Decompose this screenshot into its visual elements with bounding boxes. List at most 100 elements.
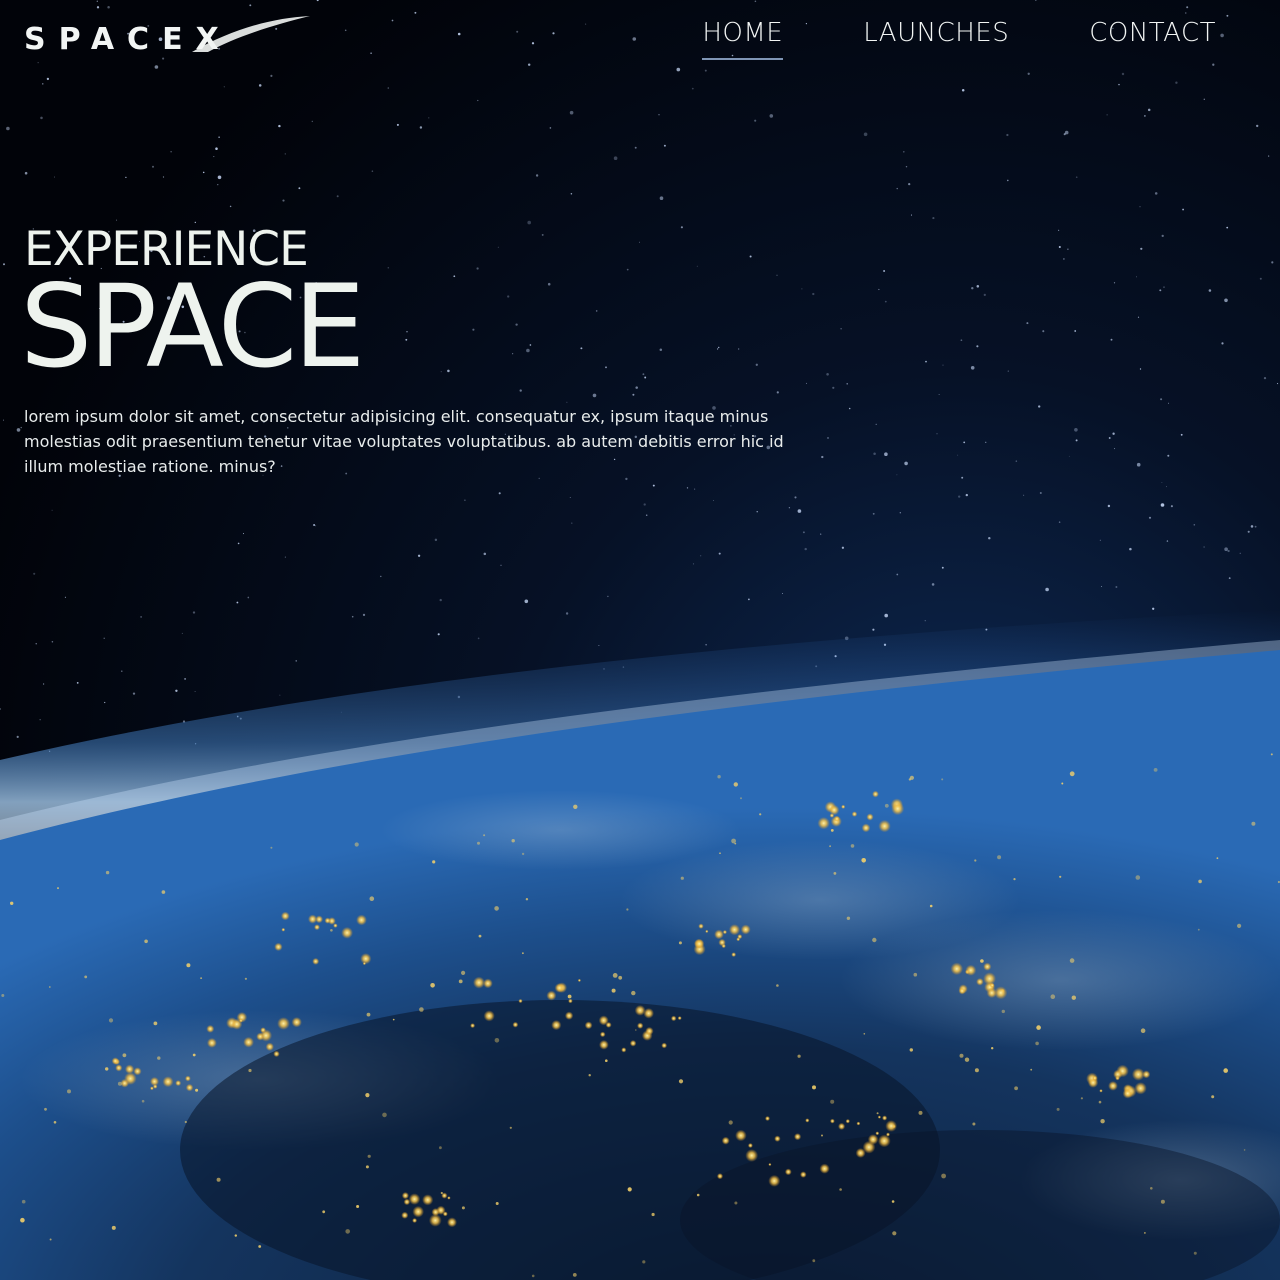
city-light xyxy=(678,1079,684,1084)
city-light xyxy=(878,819,891,833)
city-light xyxy=(892,1231,897,1236)
city-light xyxy=(705,929,709,934)
nav-contact[interactable]: CONTACT xyxy=(1089,18,1216,58)
star xyxy=(976,285,980,288)
city-light xyxy=(974,859,977,862)
city-light xyxy=(470,1023,476,1029)
city-light xyxy=(812,1259,816,1263)
city-light xyxy=(1071,995,1077,1000)
city-light xyxy=(573,804,578,809)
city-light xyxy=(994,986,1008,1000)
city-light xyxy=(518,998,523,1004)
star xyxy=(140,616,142,618)
star xyxy=(218,136,220,138)
site-header: SPACEX HOME LAUNCHES CONTACT xyxy=(0,0,1280,90)
star xyxy=(1068,455,1070,457)
city-light xyxy=(829,845,831,848)
star xyxy=(396,123,399,126)
city-light xyxy=(124,1064,135,1074)
city-light xyxy=(186,963,191,968)
city-light xyxy=(439,1146,442,1150)
city-light xyxy=(234,1234,237,1237)
city-light xyxy=(495,1202,499,1205)
star xyxy=(938,393,940,395)
nav-home[interactable]: HOME xyxy=(702,18,784,60)
city-light xyxy=(1131,1068,1145,1081)
star xyxy=(477,637,480,640)
city-light xyxy=(1050,994,1056,999)
star xyxy=(1058,521,1061,523)
city-light xyxy=(206,1037,217,1048)
star xyxy=(121,670,123,672)
city-light xyxy=(819,1163,830,1174)
star xyxy=(692,563,695,565)
nav-launches[interactable]: LAUNCHES xyxy=(863,18,1009,58)
star xyxy=(924,620,926,622)
city-light xyxy=(152,1084,158,1089)
star xyxy=(51,641,54,643)
city-light xyxy=(740,924,751,935)
star xyxy=(181,632,183,634)
star xyxy=(1026,322,1029,325)
city-light xyxy=(861,858,866,863)
city-light xyxy=(637,1022,644,1029)
city-light xyxy=(1270,753,1273,756)
city-light xyxy=(200,977,203,979)
city-light xyxy=(551,1020,562,1031)
city-light xyxy=(1122,1088,1133,1099)
city-light xyxy=(716,1173,724,1180)
city-light xyxy=(627,1187,632,1192)
city-light xyxy=(461,1206,465,1210)
city-light xyxy=(546,990,557,1001)
city-light xyxy=(584,1021,593,1030)
city-light xyxy=(360,953,372,965)
star xyxy=(1140,247,1143,250)
city-light xyxy=(872,790,879,798)
city-light xyxy=(991,1047,994,1050)
star xyxy=(419,126,423,129)
city-light xyxy=(983,962,992,971)
star xyxy=(192,611,196,614)
hero-title: SPACE xyxy=(20,260,365,393)
city-light xyxy=(419,1007,424,1012)
city-light xyxy=(768,1174,781,1187)
city-light xyxy=(1198,879,1202,884)
spacex-logo[interactable]: SPACEX xyxy=(22,14,312,54)
star xyxy=(6,126,10,131)
city-light xyxy=(1059,875,1062,878)
city-light xyxy=(1098,1100,1102,1104)
star xyxy=(1163,286,1165,288)
city-light xyxy=(367,1154,371,1158)
city-light xyxy=(877,1134,891,1148)
star xyxy=(769,114,774,118)
city-light xyxy=(161,890,166,894)
city-light xyxy=(362,961,366,966)
star xyxy=(213,156,215,158)
city-light xyxy=(153,1021,158,1026)
city-light xyxy=(740,797,742,800)
city-light xyxy=(1150,1187,1153,1190)
city-light xyxy=(821,1134,823,1137)
city-light xyxy=(144,939,148,944)
city-light xyxy=(618,975,623,980)
star xyxy=(1165,486,1167,488)
star xyxy=(1106,114,1108,116)
city-light xyxy=(1036,1025,1041,1030)
city-light xyxy=(839,1188,842,1191)
city-light xyxy=(1080,1097,1083,1100)
star xyxy=(832,386,835,389)
star xyxy=(896,474,898,476)
city-light xyxy=(1069,958,1075,963)
star xyxy=(863,132,868,137)
city-light xyxy=(1108,1081,1118,1091)
city-light xyxy=(980,959,984,963)
city-light xyxy=(1061,782,1064,785)
city-light xyxy=(891,1200,895,1203)
city-light xyxy=(974,1068,979,1073)
city-light xyxy=(531,1274,535,1278)
star xyxy=(242,533,245,535)
city-light xyxy=(731,838,736,844)
city-light xyxy=(525,898,529,901)
star xyxy=(841,546,845,549)
city-light xyxy=(845,1119,850,1124)
